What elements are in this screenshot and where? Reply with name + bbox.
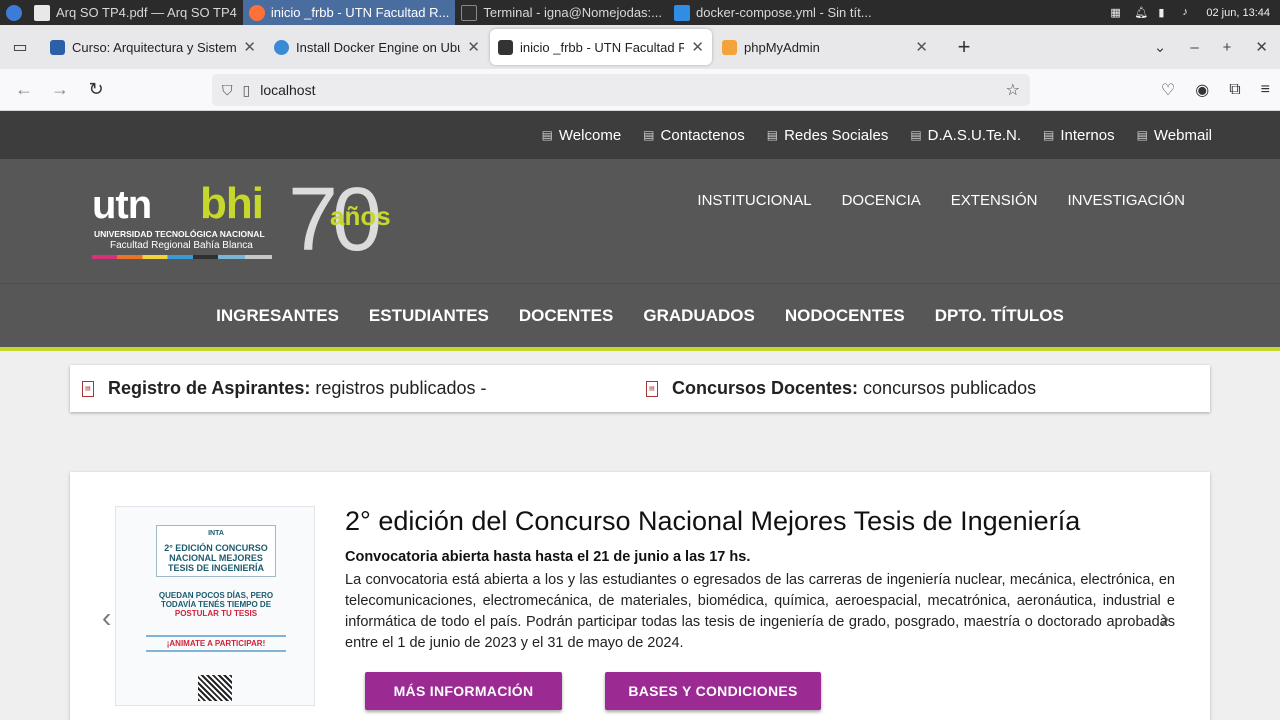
close-tab-icon[interactable]: ✕: [915, 38, 928, 56]
terminal-icon: [461, 4, 478, 21]
news-description: La convocatoria está abierta a los y las…: [345, 572, 1175, 651]
account-icon[interactable]: ◉: [1195, 80, 1209, 100]
reload-icon[interactable]: ↻: [78, 72, 114, 108]
topbar-link-redes[interactable]: ▤ Redes Sociales: [767, 127, 889, 144]
news-deadline: Convocatoria abierta hasta hasta el 21 d…: [345, 549, 751, 565]
extensions-icon[interactable]: ⧉: [1229, 81, 1240, 99]
document-icon: ▤: [1043, 128, 1055, 142]
topbar-link-contactenos[interactable]: ▤ Contactenos: [643, 127, 745, 144]
web-page: ▤ Welcome ▤ Contactenos ▤ Redes Sociales ▤ D…: [0, 111, 1280, 720]
document-icon: ▤: [910, 128, 922, 142]
nav-docentes[interactable]: DOCENTES: [519, 306, 613, 326]
tab-curso[interactable]: Curso: Arquitectura y Sistema ✕: [42, 29, 264, 65]
tab-docker[interactable]: Install Docker Engine on Ubun ✕: [266, 29, 488, 65]
tab-list-icon[interactable]: ▭: [0, 25, 40, 69]
document-icon: ▤: [1136, 128, 1148, 142]
browser-tab-strip: ▭ Curso: Arquitectura y Sistema ✕ Instal…: [0, 25, 1280, 69]
news-title[interactable]: 2° edición del Concurso Nacional Mejores…: [345, 506, 1080, 537]
shield-icon[interactable]: ⛉: [222, 82, 233, 99]
volume-icon[interactable]: ♪: [1182, 6, 1196, 20]
tab-phpmyadmin[interactable]: phpMyAdmin ✕: [714, 29, 936, 65]
close-window-icon[interactable]: ✕: [1255, 38, 1268, 56]
pdf-icon: [34, 4, 50, 21]
minimize-icon[interactable]: –: [1190, 39, 1198, 56]
header-link-extension[interactable]: EXTENSIÓN: [951, 192, 1038, 209]
document-icon: ▤: [766, 128, 779, 142]
site-topbar: ▤ Welcome ▤ Contactenos ▤ Redes Sociales ▤ D…: [0, 111, 1280, 159]
nav-graduados[interactable]: GRADUADOS: [643, 306, 754, 326]
taskbar-item-terminal[interactable]: Terminal - igna@Nomejodas:...: [455, 0, 668, 25]
qr-code-icon: [198, 675, 232, 701]
nav-dpto-titulos[interactable]: DPTO. TÍTULOS: [935, 306, 1064, 326]
nav-estudiantes[interactable]: ESTUDIANTES: [369, 306, 489, 326]
header-link-institucional[interactable]: INSTITUCIONAL: [697, 192, 811, 209]
url-text[interactable]: localhost: [260, 82, 315, 98]
logo-color-stripe: [92, 255, 272, 259]
taskbar-item-firefox[interactable]: inicio _frbb - UTN Facultad R...: [242, 0, 456, 25]
utn-favicon-icon: [498, 39, 513, 55]
close-tab-icon[interactable]: ✕: [243, 38, 256, 56]
rules-button[interactable]: BASES Y CONDICIONES: [605, 672, 821, 710]
notice-concursos[interactable]: ▤ Concursos Docentes: concursos publicad…: [646, 378, 1210, 399]
document-icon: ▤: [541, 128, 553, 142]
close-tab-icon[interactable]: ✕: [691, 38, 704, 56]
app-menu-icon[interactable]: [0, 0, 28, 25]
notice-bar: ▤ Registro de Aspirantes: registros publ…: [70, 365, 1210, 412]
back-icon[interactable]: ←: [6, 72, 42, 108]
url-bar[interactable]: ⛉ ▯ localhost ☆: [212, 74, 1030, 106]
bookmark-star-icon[interactable]: ☆: [1006, 80, 1020, 100]
topbar-link-webmail[interactable]: ▤ Webmail: [1137, 127, 1212, 144]
more-info-button[interactable]: MÁS INFORMACIÓN: [365, 672, 562, 710]
phpmyadmin-favicon-icon: [722, 39, 737, 55]
close-tab-icon[interactable]: ✕: [467, 38, 480, 56]
menu-icon[interactable]: ≡: [1261, 81, 1270, 99]
notice-registro[interactable]: ▤ Registro de Aspirantes: registros publ…: [82, 378, 646, 399]
list-all-tabs-icon[interactable]: ⌄: [1154, 38, 1167, 56]
forward-icon[interactable]: →: [42, 72, 78, 108]
featured-news-card: ‹ › INTA 2° EDICIÓN CONCURSO NACIONAL ME…: [70, 472, 1210, 720]
maximize-icon[interactable]: +: [1223, 39, 1232, 56]
browser-nav-bar: ← → ↻ ⛉ ▯ localhost ☆ ♡ ◉ ⧉ ≡: [0, 69, 1280, 111]
topbar-link-welcome[interactable]: ▤ Welcome: [542, 127, 622, 144]
clock[interactable]: 02 jun, 13:44: [1206, 7, 1270, 19]
taskbar-item-vscode[interactable]: docker-compose.yml - Sin tít...: [668, 0, 878, 25]
document-icon: ▤: [643, 128, 655, 142]
vscode-icon: [674, 4, 690, 21]
os-taskbar: Arq SO TP4.pdf — Arq SO TP4 inicio _frbb…: [0, 0, 1280, 25]
page-icon: ▯: [242, 81, 251, 98]
header-link-docencia[interactable]: DOCENCIA: [842, 192, 921, 209]
carousel-prev-icon[interactable]: ‹: [102, 602, 111, 634]
notifications-icon[interactable]: 🔔︎: [1134, 6, 1148, 20]
nav-nodocentes[interactable]: NODOCENTES: [785, 306, 905, 326]
pocket-icon[interactable]: ♡: [1161, 80, 1175, 100]
topbar-link-internos[interactable]: ▤ Internos: [1043, 127, 1115, 144]
moodle-favicon-icon: [50, 39, 65, 55]
new-tab-button[interactable]: +: [946, 29, 982, 65]
docker-favicon-icon: [274, 39, 289, 55]
header-link-investigacion[interactable]: INVESTIGACIÓN: [1067, 192, 1185, 209]
news-poster-image[interactable]: INTA 2° EDICIÓN CONCURSO NACIONAL MEJORE…: [115, 506, 315, 706]
topbar-link-dasuten[interactable]: ▤ D.A.S.U.Te.N.: [910, 127, 1021, 144]
main-nav: INGRESANTES ESTUDIANTES DOCENTES GRADUAD…: [0, 283, 1280, 351]
nav-ingresantes[interactable]: INGRESANTES: [216, 306, 339, 326]
battery-icon[interactable]: ▮: [1158, 6, 1172, 20]
notice-doc-icon: ▤: [82, 380, 94, 397]
utn-logo[interactable]: utn bhi UNIVERSIDAD TECNOLÓGICA NACIONAL…: [92, 170, 412, 270]
header-links: INSTITUCIONAL DOCENCIA EXTENSIÓN INVESTI…: [697, 192, 1185, 209]
taskbar-item-pdf[interactable]: Arq SO TP4.pdf — Arq SO TP4: [28, 0, 243, 25]
firefox-icon: [248, 4, 265, 21]
notice-doc-icon: ▤: [646, 380, 658, 397]
network-icon[interactable]: ▦: [1110, 6, 1124, 20]
site-header: utn bhi UNIVERSIDAD TECNOLÓGICA NACIONAL…: [0, 159, 1280, 283]
tab-utn[interactable]: inicio _frbb - UTN Facultad Re ✕: [490, 29, 712, 65]
